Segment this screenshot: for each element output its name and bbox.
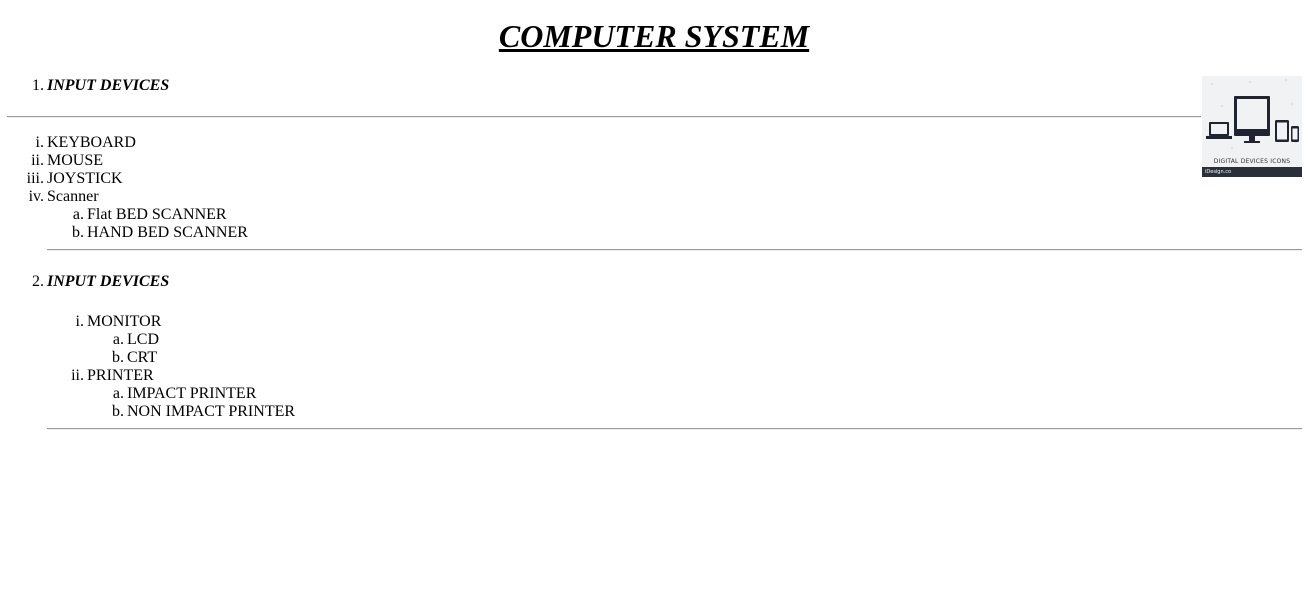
sub-list-item-label: HAND BED SCANNER	[87, 224, 248, 241]
sub-list-marker: b.	[112, 349, 124, 366]
digital-devices-image: DIGITAL DEVICES ICONS iDesign.co	[1202, 76, 1302, 177]
section-number: 2.	[32, 273, 44, 290]
sub-list-item-label: IMPACT PRINTER	[127, 385, 257, 402]
section-title: INPUT DEVICES	[47, 273, 170, 290]
list-marker: i.	[35, 134, 44, 151]
sub-list-marker: b.	[72, 224, 84, 241]
image-caption: DIGITAL DEVICES ICONS	[1213, 158, 1291, 165]
sub-list-marker: a.	[112, 331, 124, 348]
list-item-label: MOUSE	[47, 152, 104, 169]
list-marker: iv.	[28, 188, 44, 205]
sub-list-marker: a.	[72, 206, 84, 223]
divider	[47, 249, 1302, 251]
section-heading: 2. INPUT DEVICES	[0, 273, 200, 291]
section-title: INPUT DEVICES	[47, 77, 170, 94]
sub-list-marker: b.	[112, 403, 124, 420]
section-heading: 1. INPUT DEVICES	[0, 77, 200, 95]
sub-list-item-label: NON IMPACT PRINTER	[127, 403, 296, 420]
list-marker: iii.	[26, 170, 44, 187]
list-item-label: PRINTER	[87, 367, 154, 384]
list-marker: ii.	[71, 367, 84, 384]
list-item-label: KEYBOARD	[47, 134, 136, 151]
sub-list-item-label: CRT	[127, 349, 158, 366]
section-number: 1.	[32, 77, 44, 94]
image-brand: iDesign.co	[1205, 169, 1232, 175]
divider	[7, 116, 1201, 118]
list-item-label: JOYSTICK	[47, 170, 123, 187]
sub-list-marker: a.	[112, 385, 124, 402]
list-item-label: MONITOR	[87, 313, 162, 330]
list-item-label: Scanner	[47, 188, 99, 205]
image-footer: iDesign.co	[1202, 167, 1302, 177]
sub-list-item-label: LCD	[127, 331, 159, 348]
sub-list-item-label: Flat BED SCANNER	[87, 206, 227, 223]
list-marker: ii.	[31, 152, 44, 169]
divider	[47, 428, 1302, 430]
page-title: COMPUTER SYSTEM	[498, 18, 810, 54]
list-marker: i.	[75, 313, 84, 330]
